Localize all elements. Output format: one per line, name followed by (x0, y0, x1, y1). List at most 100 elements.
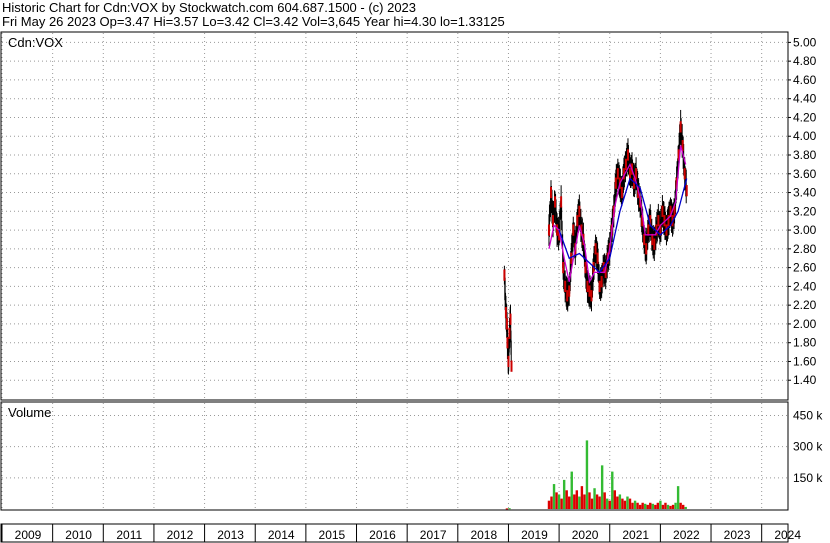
symbol-label: Cdn:VOX (8, 35, 63, 50)
volume-bar (505, 508, 509, 510)
volume-bar (679, 502, 682, 509)
year-tick-label: 2009 (15, 528, 42, 542)
price-tick-label: 2.20 (793, 298, 817, 312)
volume-bar (646, 504, 649, 509)
year-tick-label: 2024 (774, 528, 801, 542)
price-tick-label: 4.80 (793, 54, 817, 68)
year-tick-label: 2013 (217, 528, 244, 542)
volume-bar (684, 506, 687, 509)
year-tick-label: 2023 (724, 528, 751, 542)
price-axis: 5.00 4.80 4.60 4.40 4.20 4.00 3.80 3.60 3.40 3.20… (788, 35, 817, 387)
year-tick-label: 2014 (268, 528, 295, 542)
price-tick-label: 2.00 (793, 317, 817, 331)
volume-bars (505, 440, 687, 510)
year-tick-label: 2010 (65, 528, 92, 542)
volume-bar (593, 488, 596, 509)
volume-tick-label: 150 k (793, 471, 823, 485)
volume-bar (583, 494, 586, 509)
volume-bar (580, 486, 584, 509)
volume-label: Volume (8, 405, 51, 420)
price-tick-label: 4.60 (793, 73, 817, 87)
volume-bar (590, 498, 594, 509)
price-tick-label: 2.60 (793, 261, 817, 275)
year-axis: 2009 2010 2011 2012 2013 2014 2015 2016 2017 2018… (1, 524, 801, 542)
price-tick-label: 2.40 (793, 279, 817, 293)
volume-bar (649, 502, 652, 509)
volume-axis: 450 k 300 k 150 k (793, 408, 823, 484)
price-tick-label: 1.40 (793, 373, 817, 387)
volume-bar (588, 492, 591, 509)
volume-bar (623, 500, 627, 509)
volume-bar (508, 508, 511, 510)
chart-header-title: Historic Chart for Cdn:VOX by Stockwatch… (2, 0, 417, 15)
volume-bar (568, 496, 571, 509)
volume-bar (562, 479, 566, 509)
volume-bar (585, 440, 589, 509)
volume-bar (628, 498, 632, 509)
volume-bar (573, 494, 576, 509)
volume-bar (603, 492, 606, 509)
volume-bar (550, 496, 553, 509)
price-tick-label: 5.00 (793, 35, 817, 49)
volume-bar (618, 494, 622, 509)
price-tick-label: 1.80 (793, 336, 817, 350)
volume-bar (598, 496, 601, 509)
price-tick-label: 3.80 (793, 148, 817, 162)
volume-bar (600, 465, 604, 509)
price-tick-label: 4.40 (793, 92, 817, 106)
volume-bar (631, 502, 634, 509)
volume-bar (661, 504, 665, 509)
volume-bar (565, 490, 568, 509)
volume-bar (654, 504, 657, 509)
year-tick-label: 2020 (572, 528, 599, 542)
volume-bar (659, 500, 662, 509)
price-tick-label: 1.60 (793, 354, 817, 368)
volume-bar (611, 471, 614, 509)
volume-bar (595, 494, 599, 509)
year-tick-label: 2012 (167, 528, 194, 542)
year-tick-label: 2019 (521, 528, 548, 542)
grid-layer (1, 33, 787, 509)
volume-bar (621, 498, 624, 509)
volume-bar (578, 496, 581, 509)
volume-bar (674, 502, 677, 509)
volume-tick-label: 450 k (793, 408, 823, 422)
volume-bar (641, 502, 644, 509)
volume-bar (626, 496, 629, 509)
volume-bar (575, 490, 579, 509)
price-tick-label: 3.20 (793, 204, 817, 218)
year-tick-label: 2011 (116, 528, 142, 542)
volume-bar (608, 500, 611, 509)
volume-bar (616, 496, 619, 509)
volume-tick-label: 300 k (793, 440, 823, 454)
year-tick-label: 2017 (420, 528, 447, 542)
volume-bar (552, 484, 556, 509)
year-tick-label: 2018 (470, 528, 497, 542)
year-tick-label: 2021 (622, 528, 649, 542)
year-tick-label: 2022 (673, 528, 700, 542)
volume-bar (676, 486, 680, 509)
volume-bar (560, 498, 563, 509)
volume-bar (666, 504, 670, 509)
volume-bar (671, 504, 675, 509)
volume-bar (669, 505, 672, 509)
volume-bar (555, 492, 558, 509)
price-tick-label: 3.60 (793, 167, 817, 181)
volume-bar (636, 502, 639, 509)
chart-header-quote: Fri May 26 2023 Op=3.47 Hi=3.57 Lo=3.42 … (2, 14, 505, 29)
volume-bar (664, 502, 667, 509)
volume-bar (547, 500, 551, 509)
price-tick-label: 3.00 (793, 223, 817, 237)
price-tick-label: 3.40 (793, 186, 817, 200)
volume-bar (613, 490, 617, 509)
year-tick-label: 2016 (369, 528, 396, 542)
stock-chart: 5.00 4.80 4.60 4.40 4.20 4.00 3.80 3.60 3.40 3.20… (0, 31, 823, 543)
volume-bar (633, 500, 637, 509)
volume-panel-frame (0, 401, 789, 511)
volume-bar (638, 504, 642, 509)
volume-bar (643, 503, 647, 509)
volume-bar (651, 503, 654, 509)
year-tick-label: 2015 (319, 528, 346, 542)
volume-bar (557, 494, 561, 509)
volume-bar (570, 471, 573, 509)
